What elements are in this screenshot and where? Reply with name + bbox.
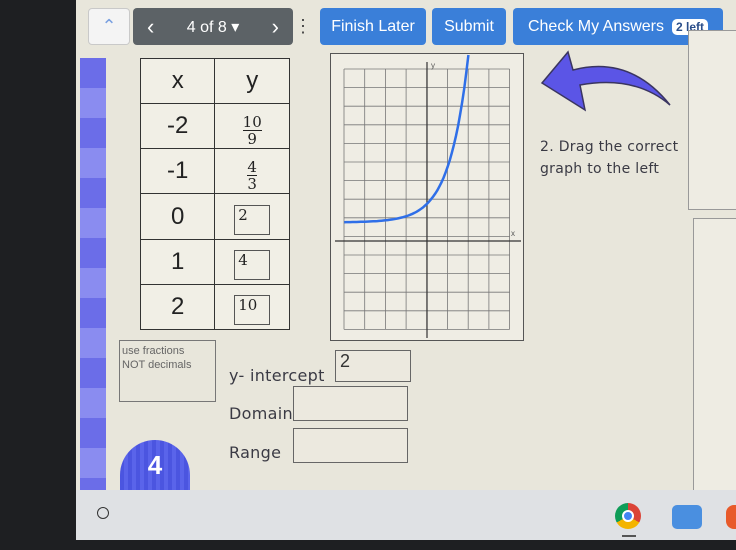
y-cell: 2 [214,193,290,240]
more-options-icon[interactable]: ⋮ [294,8,312,45]
domain-label: Domain [229,404,293,423]
x-cell: -1 [139,148,216,195]
chrome-icon[interactable] [615,503,641,529]
next-button[interactable]: › [272,14,279,40]
note-box: use fractions NOT decimals [119,340,216,402]
y-axis-label: y [431,61,435,70]
y-cell: 43 [214,148,290,195]
domain-input[interactable] [293,386,408,421]
active-indicator [622,535,636,537]
classroom-app-icon[interactable] [672,505,702,529]
collapse-button[interactable]: ⌃ [88,8,130,45]
question-navigator: ‹ 4 of 8 ▾ › [133,8,293,45]
denominator: 9 [247,129,257,148]
submit-button[interactable]: Submit [432,8,506,45]
x-cell: 1 [139,238,216,285]
graph-option-1[interactable] [688,30,736,210]
note-line: use fractions [122,345,185,357]
y-cell: 10 [214,283,290,331]
x-cell: -2 [139,103,216,150]
instructions: 2. Drag the correct graph to the left [540,136,678,180]
header-y: y [214,57,290,105]
range-label: Range [229,443,282,462]
launcher-icon[interactable] [97,507,109,519]
y-intercept-input[interactable]: 2 [335,350,411,382]
numerator: 10 [242,112,262,131]
denominator: 3 [247,174,257,193]
table-row: 14 [139,238,290,285]
numerator: 4 [247,157,257,176]
x-cell: 2 [139,283,216,331]
y-intercept-label: y- intercept [229,366,325,385]
prev-button[interactable]: ‹ [147,14,154,40]
table-row: -2 10 9 [139,103,290,150]
instruction-line: 2. Drag the correct [540,139,679,155]
y-value: 4 [234,249,271,280]
app-icon[interactable] [726,505,736,529]
y-cell: 10 9 [214,103,290,150]
curved-arrow-icon [540,50,671,112]
header-x: x [139,57,216,105]
xy-table: xy -2 10 9 -1 4 3 02 14 2 10 [139,57,290,331]
finish-later-button[interactable]: Finish Later [320,8,426,45]
table-row: 02 [139,193,290,240]
table-row: -1 4 3 [139,148,290,195]
y-value: 2 [234,204,271,235]
y-value: 10 [234,294,271,325]
graph-option-2[interactable] [693,218,736,493]
graph-svg: y x [335,54,521,338]
instruction-line: graph to the left [540,161,660,177]
x-cell: 0 [139,193,216,240]
table-row: 2 10 [139,283,290,331]
x-axis-label: x [511,229,515,238]
page-selector[interactable]: 4 of 8 ▾ [187,17,240,37]
note-line: NOT decimals [122,359,192,371]
decorative-stripe [80,58,106,490]
check-answers-label: Check My Answers [527,17,665,35]
range-input[interactable] [293,428,408,463]
exponential-graph[interactable]: y x [330,53,524,341]
y-cell: 4 [214,238,290,285]
